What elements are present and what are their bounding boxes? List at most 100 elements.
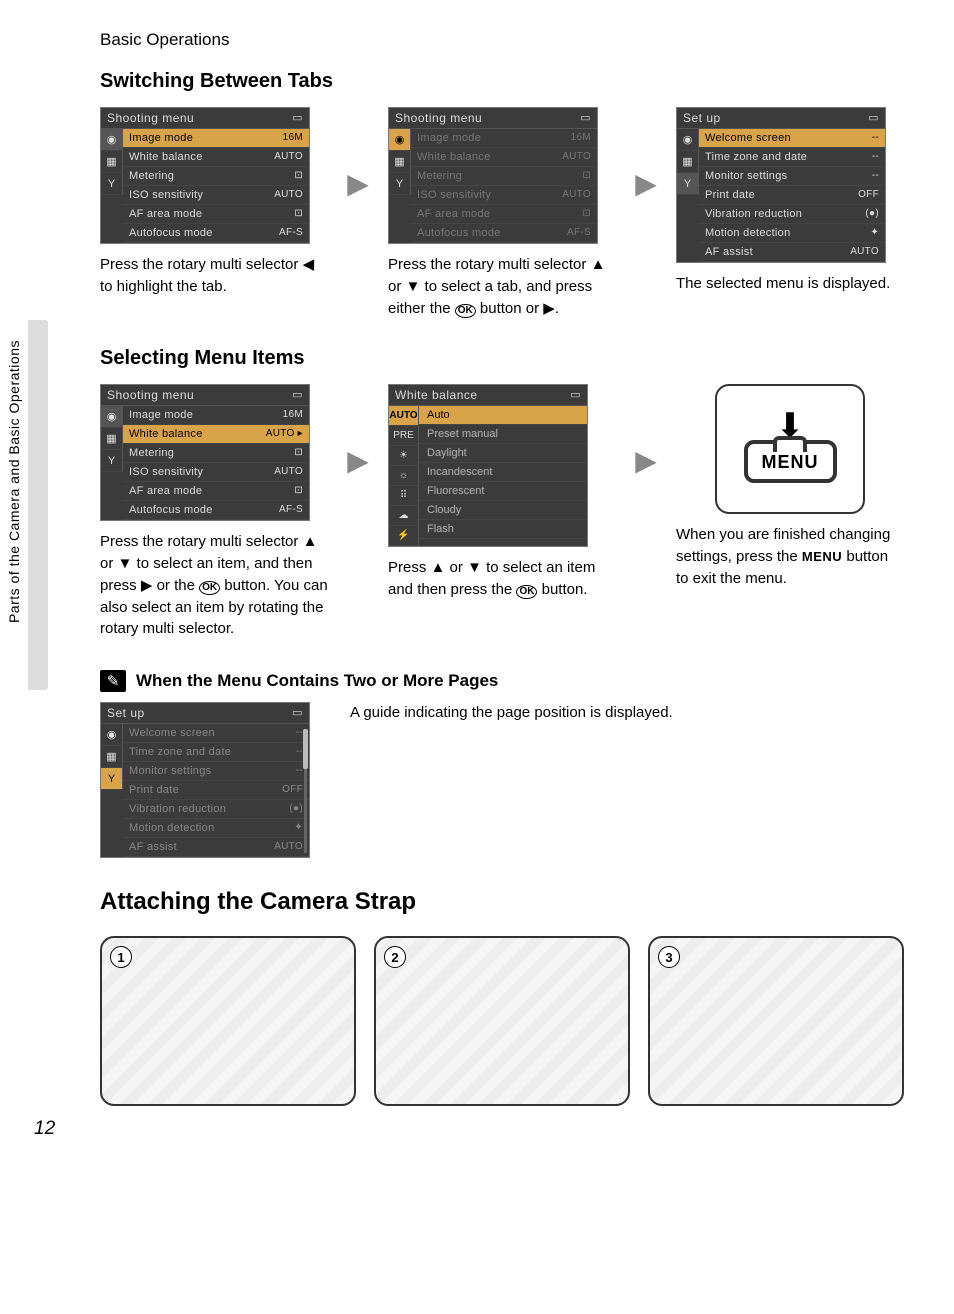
wb-tag: ⠿ (389, 486, 419, 506)
menu-button-illustration: ⬇ MENU (715, 384, 865, 514)
strap-step-2: 2 (374, 936, 630, 1106)
caption-s2-1: Press the rotary multi selector ▲ or ▼ t… (100, 531, 328, 640)
menu-row: Image mode16M (411, 129, 597, 148)
tab-shoot-icon: ◉ (101, 129, 123, 151)
side-tab-label: Parts of the Camera and Basic Operations (6, 340, 22, 623)
section2-row: Shooting menu▭ ◉ ▦ Y Image mode16M White… (100, 384, 904, 640)
note-title: When the Menu Contains Two or More Pages (136, 671, 498, 691)
tab-shoot-icon: ◉ (389, 129, 411, 151)
right-icon: ▶ (543, 298, 555, 320)
note-heading: ✎ When the Menu Contains Two or More Pag… (100, 670, 904, 692)
menu-row: Motion detection✦ (123, 819, 309, 838)
caption-s2-2: Press ▲ or ▼ to select an item and then … (388, 557, 616, 601)
menu-row: Welcome screen-- (699, 129, 885, 148)
menu-button-label: MENU (762, 452, 819, 472)
page-header: Basic Operations (100, 30, 904, 50)
section1-row: Shooting menu▭ ◉ ▦ Y Image mode16M White… (100, 107, 904, 319)
menu-row: Autofocus modeAF-S (411, 224, 597, 243)
arrow-icon: ▶ (346, 167, 370, 200)
page-number: 12 (34, 1118, 55, 1140)
menu-row: White balanceAUTO (123, 148, 309, 167)
shooting-menu-1: Shooting menu▭ ◉ ▦ Y Image mode16M White… (100, 107, 310, 244)
shooting-menu-2: Shooting menu▭ ◉ ▦ Y Image mode16M White… (388, 107, 598, 244)
scrollbar-thumb (303, 729, 308, 769)
setup-menu-paged: Set up▭ ◉ ▦ Y Welcome screen-- Time zone… (100, 702, 310, 858)
menu-row: AF area mode⊡ (123, 482, 309, 501)
menu-row: Image mode16M (123, 406, 309, 425)
battery-icon: ▭ (292, 388, 303, 401)
ok-icon: OK (455, 304, 476, 318)
step-number: 2 (384, 946, 406, 968)
wb-title: White balance (395, 388, 478, 402)
up-icon: ▲ (591, 254, 606, 276)
shooting-menu-3: Shooting menu▭ ◉ ▦ Y Image mode16M White… (100, 384, 310, 521)
side-tab-bg (28, 320, 48, 690)
ok-icon: OK (516, 585, 537, 599)
strap-step-3: 3 (648, 936, 904, 1106)
menu-row: White balanceAUTO ▸ (123, 425, 309, 444)
menu2-title: Shooting menu (395, 111, 482, 125)
menu-row: ISO sensitivityAUTO (123, 186, 309, 205)
menu1-title: Shooting menu (107, 111, 194, 125)
section3-title: Attaching the Camera Strap (100, 888, 904, 916)
menu3-title: Shooting menu (107, 388, 194, 402)
tab-movie-icon: ▦ (101, 428, 123, 450)
wb-option: Preset manual (419, 425, 587, 444)
wb-tag: ⚡ (389, 526, 419, 546)
caption-s2-3: When you are finished changing settings,… (676, 524, 904, 589)
wb-option: Cloudy (419, 501, 587, 520)
menu-row: Monitor settings-- (699, 167, 885, 186)
tab-setup-icon: Y (389, 173, 411, 195)
wb-option: Fluorescent (419, 482, 587, 501)
tab-shoot-icon: ◉ (677, 129, 699, 151)
menu-button-shape: MENU (744, 440, 837, 483)
caption3: The selected menu is displayed. (676, 273, 904, 295)
menu-row: Time zone and date-- (699, 148, 885, 167)
step-number: 1 (110, 946, 132, 968)
wb-option: Incandescent (419, 463, 587, 482)
wb-option: Daylight (419, 444, 587, 463)
setup-title: Set up (683, 111, 721, 125)
battery-icon: ▭ (292, 706, 303, 719)
menu-row: Autofocus modeAF-S (123, 224, 309, 243)
menu-row: Time zone and date-- (123, 743, 309, 762)
wb-tag: AUTO (389, 406, 419, 426)
menu-row: ISO sensitivityAUTO (123, 463, 309, 482)
wb-tag: ☀ (389, 446, 419, 466)
tab-movie-icon: ▦ (101, 746, 123, 768)
menu-row: Metering⊡ (411, 167, 597, 186)
tab-movie-icon: ▦ (101, 151, 123, 173)
battery-icon: ▭ (570, 388, 581, 401)
left-icon: ◀ (303, 254, 315, 276)
menu-row: Vibration reduction(●) (123, 800, 309, 819)
setup-title2: Set up (107, 706, 145, 720)
tab-shoot-icon: ◉ (101, 724, 123, 746)
down-icon: ▼ (406, 276, 421, 298)
caption2: Press the rotary multi selector ▲ or ▼ t… (388, 254, 616, 319)
strap-steps: 1 2 3 (100, 936, 904, 1106)
pencil-icon: ✎ (100, 670, 126, 692)
wb-tag: ☼ (389, 466, 419, 486)
tab-setup-icon: Y (101, 768, 123, 790)
down-icon: ▼ (118, 553, 133, 575)
ok-icon: OK (199, 581, 220, 595)
arrow-icon: ▶ (346, 444, 370, 477)
menu-glyph: MENU (802, 549, 842, 564)
menu-row: AF area mode⊡ (411, 205, 597, 224)
arrow-icon: ▶ (634, 444, 658, 477)
section2-title: Selecting Menu Items (100, 347, 904, 370)
white-balance-menu: White balance▭ AUTO PRE ☀ ☼ ⠿ ☁ ⚡ Auto P… (388, 384, 588, 547)
tab-setup-icon: Y (101, 450, 123, 472)
up-icon: ▲ (431, 557, 446, 579)
step-number: 3 (658, 946, 680, 968)
down-arrow-icon: ⬇ (776, 416, 805, 436)
down-icon: ▼ (467, 557, 482, 579)
menu-row: Image mode16M (123, 129, 309, 148)
menu-row: Metering⊡ (123, 444, 309, 463)
tab-setup-icon: Y (677, 173, 699, 195)
menu-row: Print dateOFF (123, 781, 309, 800)
menu-row: Print dateOFF (699, 186, 885, 205)
menu-row: Autofocus modeAF-S (123, 501, 309, 520)
wb-option: Auto (419, 406, 587, 425)
menu-row: AF area mode⊡ (123, 205, 309, 224)
